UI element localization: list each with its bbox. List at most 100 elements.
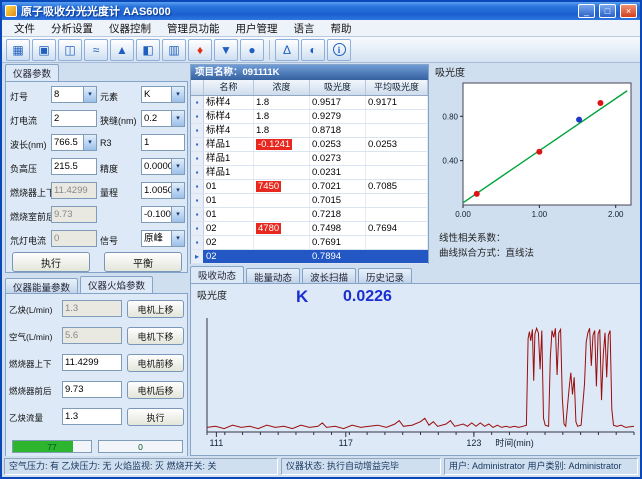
chevron-down-icon[interactable]: ▾ — [171, 159, 184, 174]
param-input[interactable]: 11.4299 — [51, 182, 97, 199]
column-header[interactable]: 平均吸光度 — [366, 80, 428, 95]
tab-flame-params[interactable]: 仪器火焰参数 — [80, 276, 153, 293]
measure-button[interactable]: ● — [240, 39, 264, 61]
motor-button[interactable]: 电机上移 — [127, 300, 184, 318]
energy-icon: ▲ — [116, 44, 128, 56]
table-row[interactable]: ▪020.7691 — [191, 236, 428, 250]
column-header[interactable]: 吸光度 — [310, 80, 366, 95]
minimize-button[interactable]: _ — [578, 4, 595, 18]
param-input[interactable]: 1.3 — [62, 408, 122, 425]
row-marker-icon: ▪ — [191, 236, 204, 249]
param-input[interactable]: 5.6 — [62, 327, 122, 344]
tab-absorb-dynamic[interactable]: 吸收动态 — [190, 266, 244, 283]
table-row[interactable]: ▪样品10.0273 — [191, 152, 428, 166]
param-input[interactable]: 215.5 — [51, 158, 97, 175]
table-row[interactable]: ▪标样41.80.8718 — [191, 124, 428, 138]
param-label: 氘灯电流 — [10, 234, 46, 247]
motor-button[interactable]: 执行 — [127, 408, 184, 426]
menu-item-file[interactable]: 文件 — [6, 20, 43, 37]
cell-absorbance: 0.7218 — [310, 208, 366, 221]
table-row[interactable]: ▪标样41.80.95170.9171 — [191, 96, 428, 110]
ignite-flame-button[interactable]: ♦ — [188, 39, 212, 61]
cell-concentration — [254, 194, 310, 207]
chevron-down-icon[interactable]: ▾ — [171, 183, 184, 198]
param-input[interactable]: 原峰▾ — [141, 230, 185, 247]
menu-item-user-management[interactable]: 用户管理 — [228, 20, 286, 37]
motor-button[interactable]: 电机下移 — [127, 327, 184, 345]
cell-concentration: -0.1241 — [254, 138, 310, 151]
cell-concentration — [254, 208, 310, 221]
cell-absorbance: 0.9517 — [310, 96, 366, 109]
param-input[interactable]: 766.5▾ — [51, 134, 97, 151]
chevron-down-icon[interactable]: ▾ — [171, 231, 184, 246]
table-row[interactable]: ▪标样41.80.9279 — [191, 110, 428, 124]
balance-button[interactable]: Δ — [275, 39, 299, 61]
column-header[interactable]: 浓度 — [254, 80, 310, 95]
param-input[interactable]: 1 — [141, 134, 185, 151]
toolbar: ▦▣◫≈ ▲ ◧▥♦▼● Δ◐i — [2, 37, 640, 63]
gauge-button[interactable]: ◐ — [301, 39, 325, 61]
tab-energy-params[interactable]: 仪器能量参数 — [5, 278, 78, 293]
chevron-down-icon[interactable]: ▾ — [83, 135, 96, 150]
extinguish-button[interactable]: ▼ — [214, 39, 238, 61]
table-row[interactable]: ▪010.7015 — [191, 194, 428, 208]
tab-wavelength-scan[interactable]: 波长扫描 — [302, 268, 356, 283]
params-button[interactable]: ▦ — [6, 39, 30, 61]
motor-button[interactable]: 电机后移 — [127, 381, 184, 399]
param-input[interactable]: 0.0000▾ — [141, 158, 185, 175]
table-row[interactable]: ▪样品1-0.12410.02530.0253 — [191, 138, 428, 152]
menu-item-instrument-control[interactable]: 仪器控制 — [101, 20, 159, 37]
param-input[interactable]: -0.1000▾ — [141, 206, 185, 223]
param-input[interactable]: 8▾ — [51, 86, 97, 103]
cell-average — [366, 250, 428, 263]
chevron-down-icon[interactable]: ▾ — [171, 87, 184, 102]
table-row[interactable]: ▪0174500.70210.7085 — [191, 180, 428, 194]
cell-name: 01 — [204, 180, 254, 193]
param-input[interactable]: 1.0050▾ — [141, 182, 185, 199]
param-input[interactable]: 11.4299 — [62, 354, 122, 371]
table-row[interactable]: ▪样品10.0231 — [191, 166, 428, 180]
gain-button[interactable]: ◧ — [136, 39, 160, 61]
param-value: 9.73 — [65, 384, 84, 395]
close-button[interactable]: × — [620, 4, 637, 18]
cell-absorbance: 0.7015 — [310, 194, 366, 207]
about-button[interactable]: i — [327, 39, 351, 61]
param-value: 0 — [54, 233, 59, 244]
element-button[interactable]: ◫ — [58, 39, 82, 61]
maximize-button[interactable]: □ — [599, 4, 616, 18]
status-user: 用户: Administrator 用户类别: Administrator — [444, 458, 638, 475]
menu-item-help[interactable]: 帮助 — [323, 20, 360, 37]
dynamic-ylabel: 吸光度 — [197, 287, 227, 302]
correlation-label: 线性相关系数： — [439, 230, 506, 244]
param-value: 8 — [54, 89, 59, 100]
tab-history[interactable]: 历史记录 — [358, 268, 412, 283]
cell-average — [366, 110, 428, 123]
chevron-down-icon[interactable]: ▾ — [171, 111, 184, 126]
balance-button[interactable]: 平衡 — [104, 252, 182, 272]
chevron-down-icon[interactable]: ▾ — [171, 207, 184, 222]
param-input[interactable]: K▾ — [141, 86, 185, 103]
table-row[interactable]: ▸020.7894 — [191, 250, 428, 264]
table-row[interactable]: ▪0247800.74980.7694 — [191, 222, 428, 236]
menu-item-analysis-settings[interactable]: 分析设置 — [43, 20, 101, 37]
param-input[interactable]: 0 — [51, 230, 97, 247]
param-input[interactable]: 9.73 — [62, 381, 122, 398]
burner-button[interactable]: ▥ — [162, 39, 186, 61]
menu-item-language[interactable]: 语言 — [286, 20, 323, 37]
energy-button[interactable]: ▲ — [110, 39, 134, 61]
motor-button[interactable]: 电机前移 — [127, 354, 184, 372]
param-input[interactable]: 1.3 — [62, 300, 122, 317]
param-input[interactable]: 9.73 — [51, 206, 97, 223]
param-input[interactable]: 0.2▾ — [141, 110, 185, 127]
menu-bar: 文件分析设置仪器控制管理员功能用户管理语言帮助 — [2, 20, 640, 37]
table-row[interactable]: ▪010.7218 — [191, 208, 428, 222]
chevron-down-icon[interactable]: ▾ — [83, 87, 96, 102]
tab-instrument-params[interactable]: 仪器参数 — [5, 64, 59, 81]
param-input[interactable]: 2 — [51, 110, 97, 127]
lamp-button[interactable]: ▣ — [32, 39, 56, 61]
column-header[interactable]: 名称 — [204, 80, 254, 95]
execute-button[interactable]: 执行 — [12, 252, 90, 272]
wavelength-button[interactable]: ≈ — [84, 39, 108, 61]
tab-energy-dynamic[interactable]: 能量动态 — [246, 268, 300, 283]
menu-item-admin-functions[interactable]: 管理员功能 — [159, 20, 228, 37]
